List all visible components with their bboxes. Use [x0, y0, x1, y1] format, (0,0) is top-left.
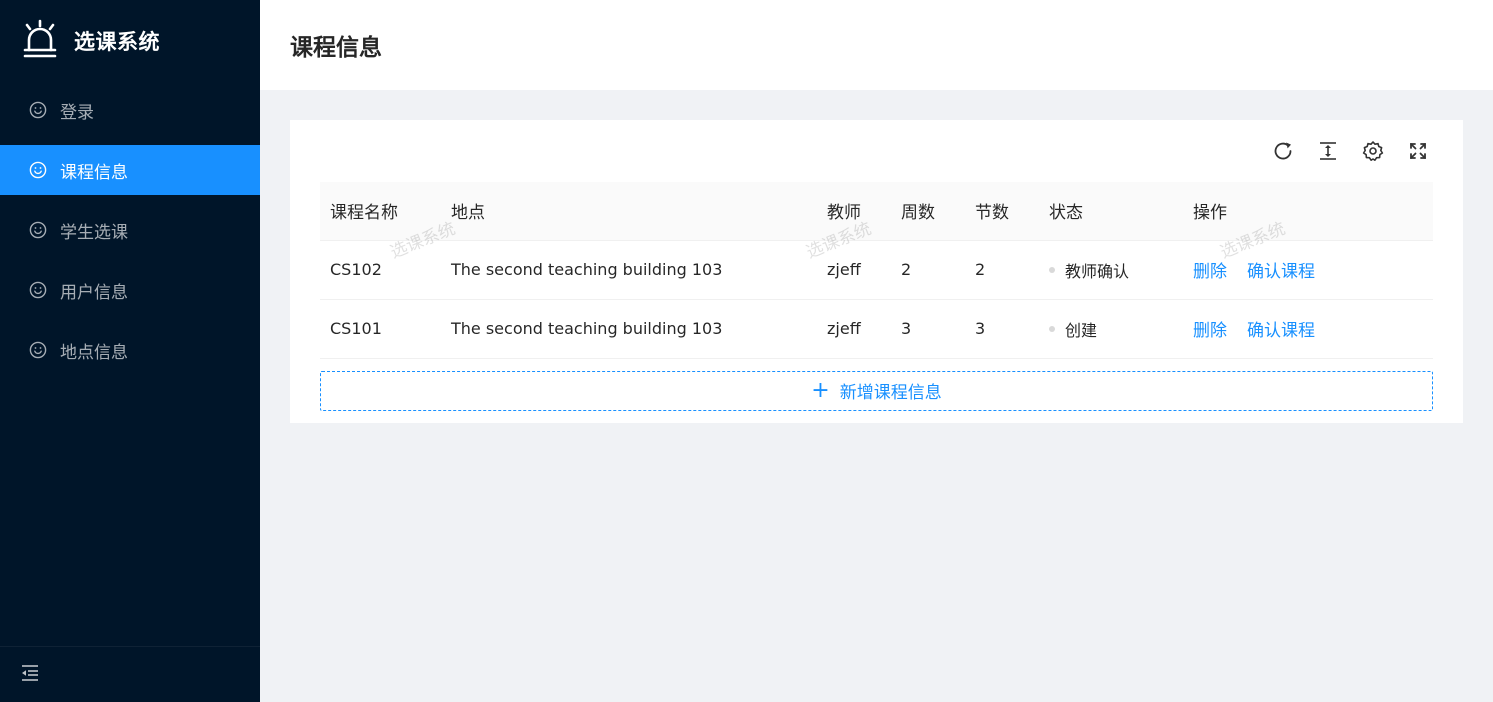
smile-icon	[29, 281, 47, 299]
sidebar-item-label: 课程信息	[60, 162, 128, 183]
table-row: CS101 The second teaching building 103 z…	[320, 299, 1433, 359]
column-header-actions: 操作	[1183, 182, 1433, 241]
column-header-course-name: 课程名称	[320, 182, 441, 241]
smile-icon	[29, 161, 47, 179]
menu-fold-icon[interactable]	[20, 664, 40, 686]
table-row: CS102 The second teaching building 103 z…	[320, 240, 1433, 300]
smile-icon	[29, 221, 47, 239]
sidebar-item-label: 用户信息	[60, 282, 128, 303]
plus-icon: +	[811, 377, 830, 403]
confirm-course-link[interactable]: 确认课程	[1247, 321, 1315, 341]
sidebar-item-location-info[interactable]: 地点信息	[0, 325, 260, 375]
column-header-sections: 节数	[965, 182, 1039, 241]
column-header-teacher: 教师	[817, 182, 891, 241]
sidebar-item-label: 登录	[60, 102, 94, 123]
confirm-course-link[interactable]: 确认课程	[1247, 262, 1315, 282]
cell-sections: 2	[965, 240, 1039, 300]
add-course-button[interactable]: + 新增课程信息	[320, 370, 1433, 411]
sidebar-item-student-selection[interactable]: 学生选课	[0, 205, 260, 255]
page-title: 课程信息	[290, 35, 382, 61]
sidebar: 选课系统 登录 课程信息 学生选课 用户信息 地点信息	[0, 0, 260, 702]
cell-actions: 删除 确认课程	[1183, 240, 1433, 300]
table-header-row: 课程名称 地点 教师 周数 节数 状态 操作	[320, 182, 1433, 241]
cell-course-name: CS101	[320, 299, 441, 359]
add-course-label: 新增课程信息	[839, 383, 942, 403]
status-text: 教师确认	[1065, 261, 1130, 281]
cell-weeks: 3	[891, 299, 965, 359]
sidebar-menu: 登录 课程信息 学生选课 用户信息 地点信息	[0, 85, 260, 375]
cell-location: The second teaching building 103	[441, 299, 817, 359]
cell-sections: 3	[965, 299, 1039, 359]
app-name: 选课系统	[74, 30, 160, 54]
status-dot	[1049, 326, 1055, 332]
sidebar-item-label: 地点信息	[60, 342, 128, 363]
table-toolbar	[320, 120, 1433, 182]
delete-link[interactable]: 删除	[1193, 262, 1227, 282]
sidebar-footer	[0, 646, 260, 702]
logo[interactable]: 选课系统	[0, 0, 260, 82]
cell-teacher: zjeff	[817, 240, 891, 300]
sidebar-item-login[interactable]: 登录	[0, 85, 260, 135]
course-table-card: 课程名称 地点 教师 周数 节数 状态 操作 CS102 The second …	[290, 120, 1463, 423]
smile-icon	[29, 101, 47, 119]
cell-teacher: zjeff	[817, 299, 891, 359]
delete-link[interactable]: 删除	[1193, 321, 1227, 341]
sidebar-item-user-info[interactable]: 用户信息	[0, 265, 260, 315]
column-header-location: 地点	[441, 182, 817, 241]
column-header-status: 状态	[1039, 182, 1183, 241]
cell-location: The second teaching building 103	[441, 240, 817, 300]
cell-status: 创建	[1039, 299, 1183, 359]
setting-icon[interactable]	[1362, 140, 1384, 162]
smile-icon	[29, 341, 47, 359]
cell-weeks: 2	[891, 240, 965, 300]
cell-actions: 删除 确认课程	[1183, 299, 1433, 359]
sidebar-item-course-info[interactable]: 课程信息	[0, 145, 260, 195]
page-header: 课程信息	[260, 0, 1493, 90]
fullscreen-icon[interactable]	[1407, 140, 1429, 162]
column-header-weeks: 周数	[891, 182, 965, 241]
status-text: 创建	[1065, 320, 1098, 340]
sidebar-item-label: 学生选课	[60, 222, 128, 243]
cell-course-name: CS102	[320, 240, 441, 300]
cell-status: 教师确认	[1039, 240, 1183, 300]
alarm-logo-icon	[22, 19, 58, 63]
reload-icon[interactable]	[1272, 140, 1294, 162]
column-height-icon[interactable]	[1317, 140, 1339, 162]
status-dot	[1049, 267, 1055, 273]
course-table: 课程名称 地点 教师 周数 节数 状态 操作 CS102 The second …	[320, 182, 1433, 359]
